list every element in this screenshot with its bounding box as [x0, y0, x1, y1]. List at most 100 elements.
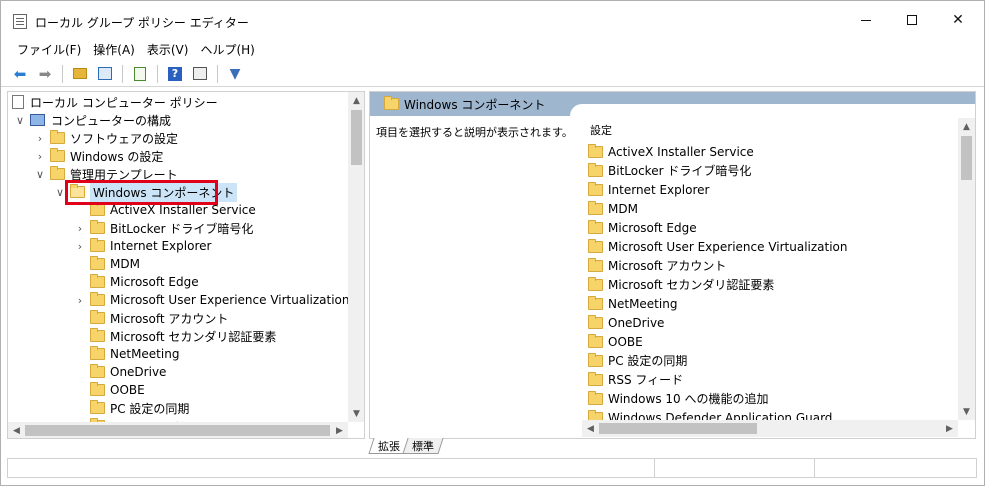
scroll-right-icon[interactable]: ▶	[331, 422, 348, 438]
tree-item[interactable]: › Windows の設定	[34, 147, 163, 165]
minimize-button[interactable]	[843, 1, 889, 39]
list-scroll-thumb[interactable]	[961, 136, 972, 180]
list-item[interactable]: Windows 10 への機能の追加	[588, 389, 768, 408]
help-icon: ?	[168, 66, 182, 81]
folder-icon	[588, 219, 603, 234]
tree-item[interactable]: OOBE	[74, 381, 145, 399]
expand-chevron-icon[interactable]: ›	[74, 222, 86, 235]
folder-icon	[90, 346, 105, 360]
tree-item[interactable]: › BitLocker ドライブ暗号化	[74, 219, 253, 237]
list-item[interactable]: PC 設定の同期	[588, 351, 687, 370]
view-tabs: 拡張 標準	[368, 438, 444, 454]
expand-chevron-icon[interactable]: ∨	[34, 168, 46, 181]
tree-item[interactable]: › ソフトウェアの設定	[34, 129, 178, 147]
status-bar	[7, 458, 977, 478]
list-item[interactable]: Microsoft Edge	[588, 218, 697, 237]
list-item[interactable]: NetMeeting	[588, 294, 677, 313]
menu-bar: ファイル(F) 操作(A) 表示(V) ヘルプ(H)	[1, 39, 984, 59]
list-item[interactable]: OOBE	[588, 332, 643, 351]
folder-icon	[588, 390, 603, 405]
list-item[interactable]: MDM	[588, 199, 638, 218]
folder-icon	[588, 371, 603, 386]
list-item-label: OOBE	[608, 334, 643, 349]
scroll-down-icon[interactable]: ▼	[958, 403, 975, 420]
maximize-icon	[907, 15, 917, 25]
tree-item[interactable]: › Microsoft User Experience Virtualizatio…	[74, 291, 350, 309]
tree-item[interactable]: NetMeeting	[74, 345, 179, 363]
tree-item-label: BitLocker ドライブ暗号化	[110, 221, 254, 236]
list-item[interactable]: Internet Explorer	[588, 180, 709, 199]
list-horizontal-scrollbar[interactable]: ◀ ▶	[582, 420, 958, 437]
maximize-button[interactable]	[889, 1, 935, 39]
menu-help[interactable]: ヘルプ(H)	[194, 39, 260, 59]
column-header-setting[interactable]: 設定	[590, 122, 612, 138]
folder-icon	[588, 143, 603, 158]
folder-icon	[588, 238, 603, 253]
list-item[interactable]: ActiveX Installer Service	[588, 142, 754, 161]
tree-scroll-thumb[interactable]	[351, 110, 362, 165]
tree-item[interactable]: MDM	[74, 255, 140, 273]
toolbar: ⬅ ➡ ? ▼	[1, 61, 984, 87]
toolbar-separator	[157, 64, 158, 83]
folder-icon	[588, 333, 603, 348]
scroll-up-icon[interactable]: ▲	[958, 118, 975, 135]
tree-horizontal-scrollbar[interactable]: ◀ ▶	[8, 422, 348, 438]
menu-action[interactable]: 操作(A)	[87, 39, 141, 59]
tree-item[interactable]: Microsoft アカウント	[74, 309, 228, 327]
list-item[interactable]: Microsoft User Experience Virtualization	[588, 237, 848, 256]
list-item[interactable]: BitLocker ドライブ暗号化	[588, 161, 751, 180]
folder-icon	[90, 202, 105, 216]
list-item[interactable]: Microsoft セカンダリ認証要素	[588, 275, 774, 294]
folder-icon	[90, 238, 105, 252]
up-folder-icon	[73, 68, 87, 79]
forward-button[interactable]: ➡	[34, 63, 56, 85]
tree-item[interactable]: PC 設定の同期	[74, 399, 189, 417]
tree-item[interactable]: Microsoft セカンダリ認証要素	[74, 327, 276, 345]
scroll-left-icon[interactable]: ◀	[582, 420, 599, 437]
expand-chevron-icon[interactable]: ∨	[14, 114, 26, 127]
tab-standard[interactable]: 標準	[402, 438, 444, 454]
tree-vertical-scrollbar[interactable]: ▲ ▼	[348, 92, 364, 422]
scroll-left-icon[interactable]: ◀	[8, 422, 25, 438]
tree-item-label: Microsoft Edge	[110, 275, 199, 289]
expand-chevron-icon[interactable]: ›	[34, 132, 46, 145]
list-item[interactable]: RSS フィード	[588, 370, 683, 389]
properties-icon	[193, 67, 207, 80]
tree-item-label: OOBE	[110, 383, 145, 397]
list-item-label: BitLocker ドライブ暗号化	[608, 164, 752, 178]
list-item[interactable]: OneDrive	[588, 313, 664, 332]
title-bar: ローカル グループ ポリシー エディター ✕	[1, 1, 984, 39]
tree-hscroll-thumb[interactable]	[25, 425, 330, 436]
tree-item[interactable]: Microsoft Edge	[74, 273, 199, 291]
details-pane: Windows コンポーネント 項目を選択すると説明が表示されます。 設定 Ac…	[369, 91, 976, 439]
tree-item-label: Microsoft セカンダリ認証要素	[110, 329, 277, 344]
scroll-right-icon[interactable]: ▶	[941, 420, 958, 437]
folder-icon	[588, 276, 603, 291]
scroll-down-icon[interactable]: ▼	[348, 405, 364, 422]
properties-button[interactable]	[189, 63, 211, 85]
filter-button[interactable]: ▼	[224, 63, 246, 85]
tree-item[interactable]: OneDrive	[74, 363, 166, 381]
expand-chevron-icon[interactable]: ›	[34, 150, 46, 163]
list-item-label: Microsoft セカンダリ認証要素	[608, 278, 775, 292]
back-button[interactable]: ⬅	[9, 63, 31, 85]
show-hide-tree-button[interactable]	[94, 63, 116, 85]
list-item-label: PC 設定の同期	[608, 354, 688, 368]
tree-item[interactable]: ∨ コンピューターの構成	[14, 111, 171, 129]
menu-view[interactable]: 表示(V)	[141, 39, 195, 59]
list-hscroll-thumb[interactable]	[599, 423, 757, 434]
expand-chevron-icon[interactable]: ›	[74, 240, 86, 253]
export-list-button[interactable]	[129, 63, 151, 85]
console-tree: ローカル コンピューター ポリシー ∨ コンピューターの構成 › ソフトウェアの設定 › W…	[7, 91, 365, 439]
group-policy-editor-window: ローカル グループ ポリシー エディター ✕ ファイル(F) 操作(A) 表示(…	[0, 0, 985, 486]
tree-item[interactable]: › Internet Explorer	[74, 237, 211, 255]
menu-file[interactable]: ファイル(F)	[11, 39, 87, 59]
expand-chevron-icon[interactable]: ›	[74, 294, 86, 307]
up-folder-button[interactable]	[69, 63, 91, 85]
help-button[interactable]: ?	[164, 63, 186, 85]
list-item[interactable]: Microsoft アカウント	[588, 256, 726, 275]
close-button[interactable]: ✕	[935, 1, 981, 39]
list-vertical-scrollbar[interactable]: ▲ ▼	[958, 118, 975, 420]
tree-item[interactable]: ローカル コンピューター ポリシー	[12, 93, 218, 111]
scroll-up-icon[interactable]: ▲	[348, 92, 364, 109]
